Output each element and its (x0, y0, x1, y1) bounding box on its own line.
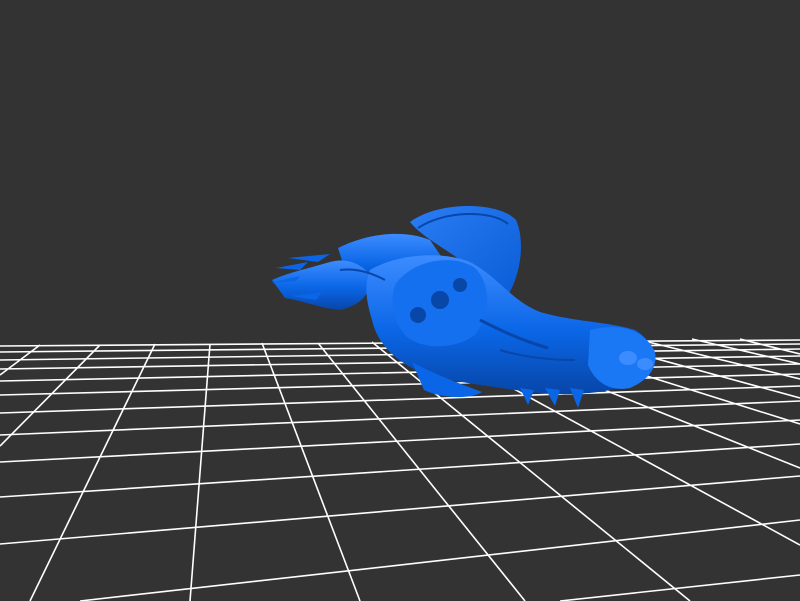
3d-viewport[interactable] (0, 0, 800, 601)
3d-mesh-model[interactable] (270, 206, 656, 408)
viewport-canvas[interactable] (0, 0, 800, 601)
floor-grid (0, 338, 800, 601)
